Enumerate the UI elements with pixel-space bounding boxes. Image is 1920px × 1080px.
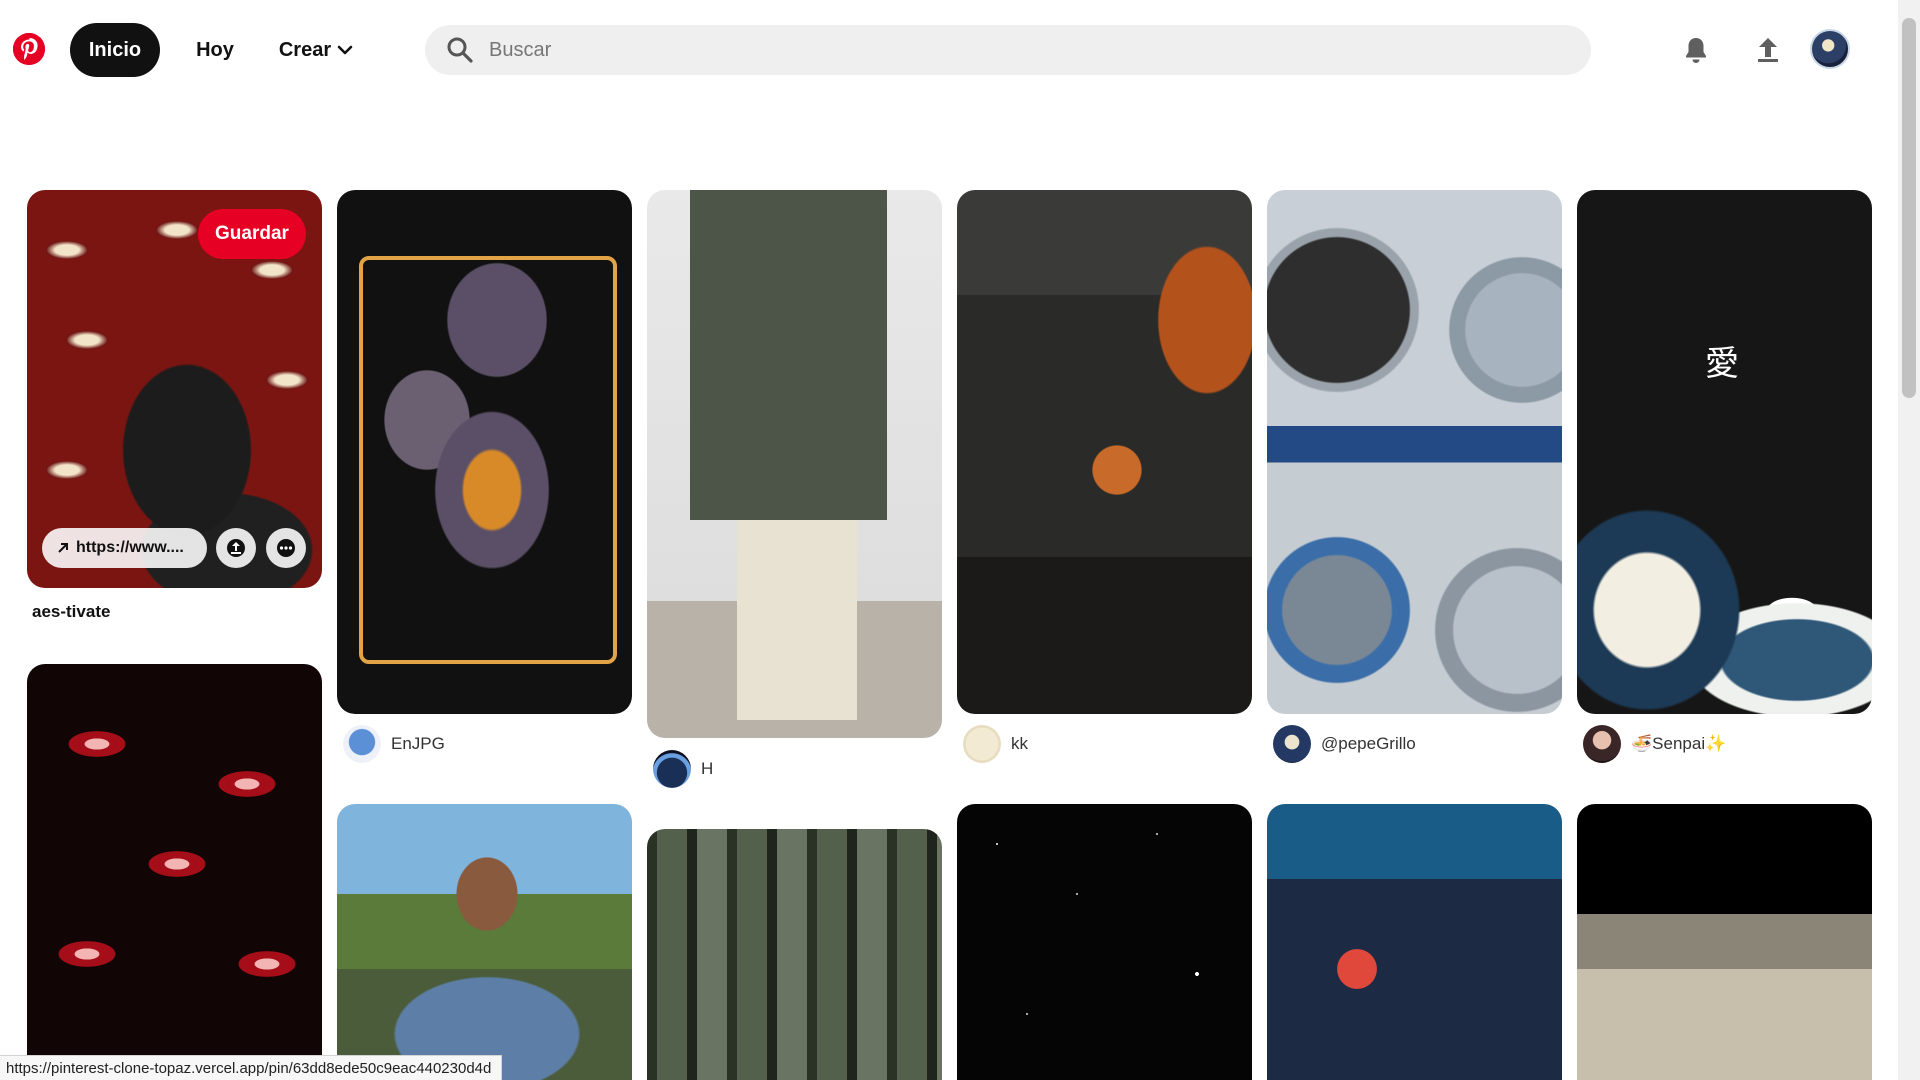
search-icon <box>447 37 473 63</box>
pinterest-logo-icon[interactable] <box>13 33 45 65</box>
pin-image[interactable] <box>1267 804 1562 1080</box>
pin-card[interactable]: 🍜Senpai✨ <box>1577 190 1872 770</box>
search-bar[interactable] <box>425 25 1591 75</box>
pin-author[interactable]: EnJPG <box>391 734 445 754</box>
upload-button[interactable] <box>1746 28 1790 72</box>
profile-avatar[interactable] <box>1810 29 1850 69</box>
pin-image[interactable] <box>957 190 1252 714</box>
pin-card[interactable] <box>337 804 632 1080</box>
pin-author[interactable]: @pepeGrillo <box>1321 734 1416 754</box>
author-avatar[interactable] <box>1273 725 1311 763</box>
more-options-button[interactable] <box>266 528 306 568</box>
nav-home-button[interactable]: Inicio <box>70 23 160 77</box>
search-input[interactable] <box>489 38 1569 62</box>
pin-card[interactable] <box>647 829 942 1080</box>
pin-footer: kk <box>963 725 1028 763</box>
upload-icon <box>1758 38 1778 62</box>
pin-title[interactable]: aes-tivate <box>32 602 110 622</box>
nav-create-label: Crear <box>278 38 332 61</box>
pin-card[interactable] <box>957 804 1252 1080</box>
pin-footer: 🍜Senpai✨ <box>1583 725 1726 763</box>
pin-image[interactable]: Guardar https://www.... <box>27 190 322 588</box>
pin-author[interactable]: H <box>701 759 713 779</box>
top-header: Inicio Hoy Crear <box>0 0 1898 100</box>
ellipsis-icon <box>277 539 295 557</box>
author-avatar[interactable] <box>963 725 1001 763</box>
arrow-up-right-icon <box>58 543 68 553</box>
pin-image[interactable] <box>1267 190 1562 714</box>
pin-card[interactable] <box>27 664 322 1080</box>
notifications-button[interactable] <box>1674 28 1718 72</box>
save-button-label: Guardar <box>215 223 289 244</box>
bell-icon <box>1686 38 1706 63</box>
pin-image[interactable] <box>647 829 942 1080</box>
pin-author[interactable]: kk <box>1011 734 1028 754</box>
pin-link-button[interactable]: https://www.... <box>42 528 207 568</box>
pin-image[interactable] <box>1577 804 1872 1080</box>
pin-link-label: https://www.... <box>76 539 184 556</box>
pin-author[interactable]: 🍜Senpai✨ <box>1631 734 1726 754</box>
pin-card[interactable]: Guardar https://www.... aes-tivate <box>27 190 322 630</box>
scrollbar-thumb[interactable] <box>1902 18 1916 398</box>
author-avatar[interactable] <box>1583 725 1621 763</box>
pin-image[interactable] <box>337 804 632 1080</box>
pin-card[interactable] <box>1577 804 1872 1080</box>
pin-image[interactable] <box>647 190 942 738</box>
save-button[interactable]: Guardar <box>198 209 306 259</box>
nav-today-button[interactable]: Hoy <box>187 23 243 77</box>
pin-footer: EnJPG <box>343 725 445 763</box>
pin-card[interactable]: kk <box>957 190 1252 770</box>
pin-footer: @pepeGrillo <box>1273 725 1416 763</box>
share-button[interactable] <box>216 528 256 568</box>
author-avatar[interactable] <box>343 725 381 763</box>
share-icon <box>227 539 245 557</box>
pin-image[interactable] <box>27 664 322 1080</box>
pin-footer: H <box>653 750 713 788</box>
pin-card[interactable] <box>1267 804 1562 1080</box>
author-avatar[interactable] <box>653 750 691 788</box>
nav-today-label: Hoy <box>196 38 234 61</box>
pin-image[interactable] <box>957 804 1252 1080</box>
status-bar-url: https://pinterest-clone-topaz.vercel.app… <box>0 1055 503 1080</box>
pin-image[interactable] <box>337 190 632 714</box>
pin-card[interactable]: EnJPG <box>337 190 632 770</box>
pin-card[interactable]: H <box>647 190 942 790</box>
vertical-scrollbar[interactable] <box>1898 0 1920 1080</box>
chevron-down-icon <box>337 45 353 55</box>
pin-card[interactable]: @pepeGrillo <box>1267 190 1562 770</box>
pin-image[interactable] <box>1577 190 1872 714</box>
nav-create-button[interactable]: Crear <box>272 23 360 77</box>
nav-home-label: Inicio <box>88 38 142 61</box>
